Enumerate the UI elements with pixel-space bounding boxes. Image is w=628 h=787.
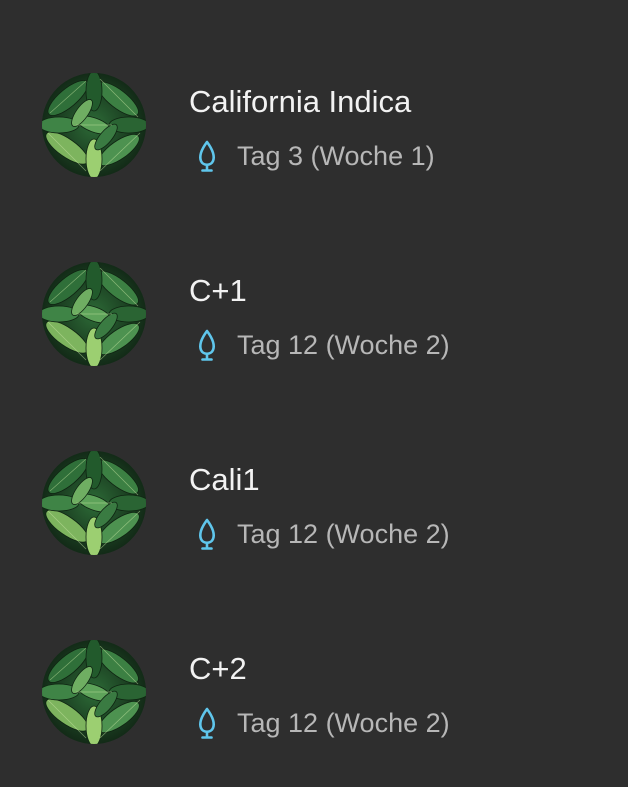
plant-avatar	[42, 451, 146, 555]
plant-meta: Tag 3 (Woche 1)	[189, 138, 435, 174]
plant-list-item[interactable]: C+1 Tag 12 (Woche 2)	[0, 220, 628, 409]
plant-age: Tag 12 (Woche 2)	[237, 330, 450, 360]
seed-stage-icon	[189, 516, 225, 552]
seed-stage-icon	[189, 327, 225, 363]
leaf-photo-icon	[42, 451, 146, 555]
plant-meta: Tag 12 (Woche 2)	[189, 327, 450, 363]
plant-name: Cali1	[189, 462, 260, 497]
plant-age: Tag 12 (Woche 2)	[237, 519, 450, 549]
plant-avatar	[42, 73, 146, 177]
plant-avatar	[42, 640, 146, 744]
leaf-photo-icon	[42, 73, 146, 177]
seed-stage-icon	[189, 705, 225, 741]
plant-list-item[interactable]: Cali1 Tag 12 (Woche 2)	[0, 409, 628, 598]
leaf-photo-icon	[42, 262, 146, 366]
plant-avatar	[42, 262, 146, 366]
plant-meta: Tag 12 (Woche 2)	[189, 516, 450, 552]
plant-age: Tag 3 (Woche 1)	[237, 141, 435, 171]
plant-name: C+2	[189, 651, 247, 686]
plant-age: Tag 12 (Woche 2)	[237, 708, 450, 738]
plant-list: California Indica Tag 3 (Woche 1) C+1 Ta…	[0, 0, 628, 780]
plant-list-item[interactable]: California Indica Tag 3 (Woche 1)	[0, 31, 628, 220]
plant-name: California Indica	[189, 84, 412, 119]
seed-stage-icon	[189, 138, 225, 174]
leaf-photo-icon	[42, 640, 146, 744]
plant-list-item[interactable]: C+2 Tag 12 (Woche 2)	[0, 598, 628, 787]
plant-name: C+1	[189, 273, 247, 308]
plant-meta: Tag 12 (Woche 2)	[189, 705, 450, 741]
